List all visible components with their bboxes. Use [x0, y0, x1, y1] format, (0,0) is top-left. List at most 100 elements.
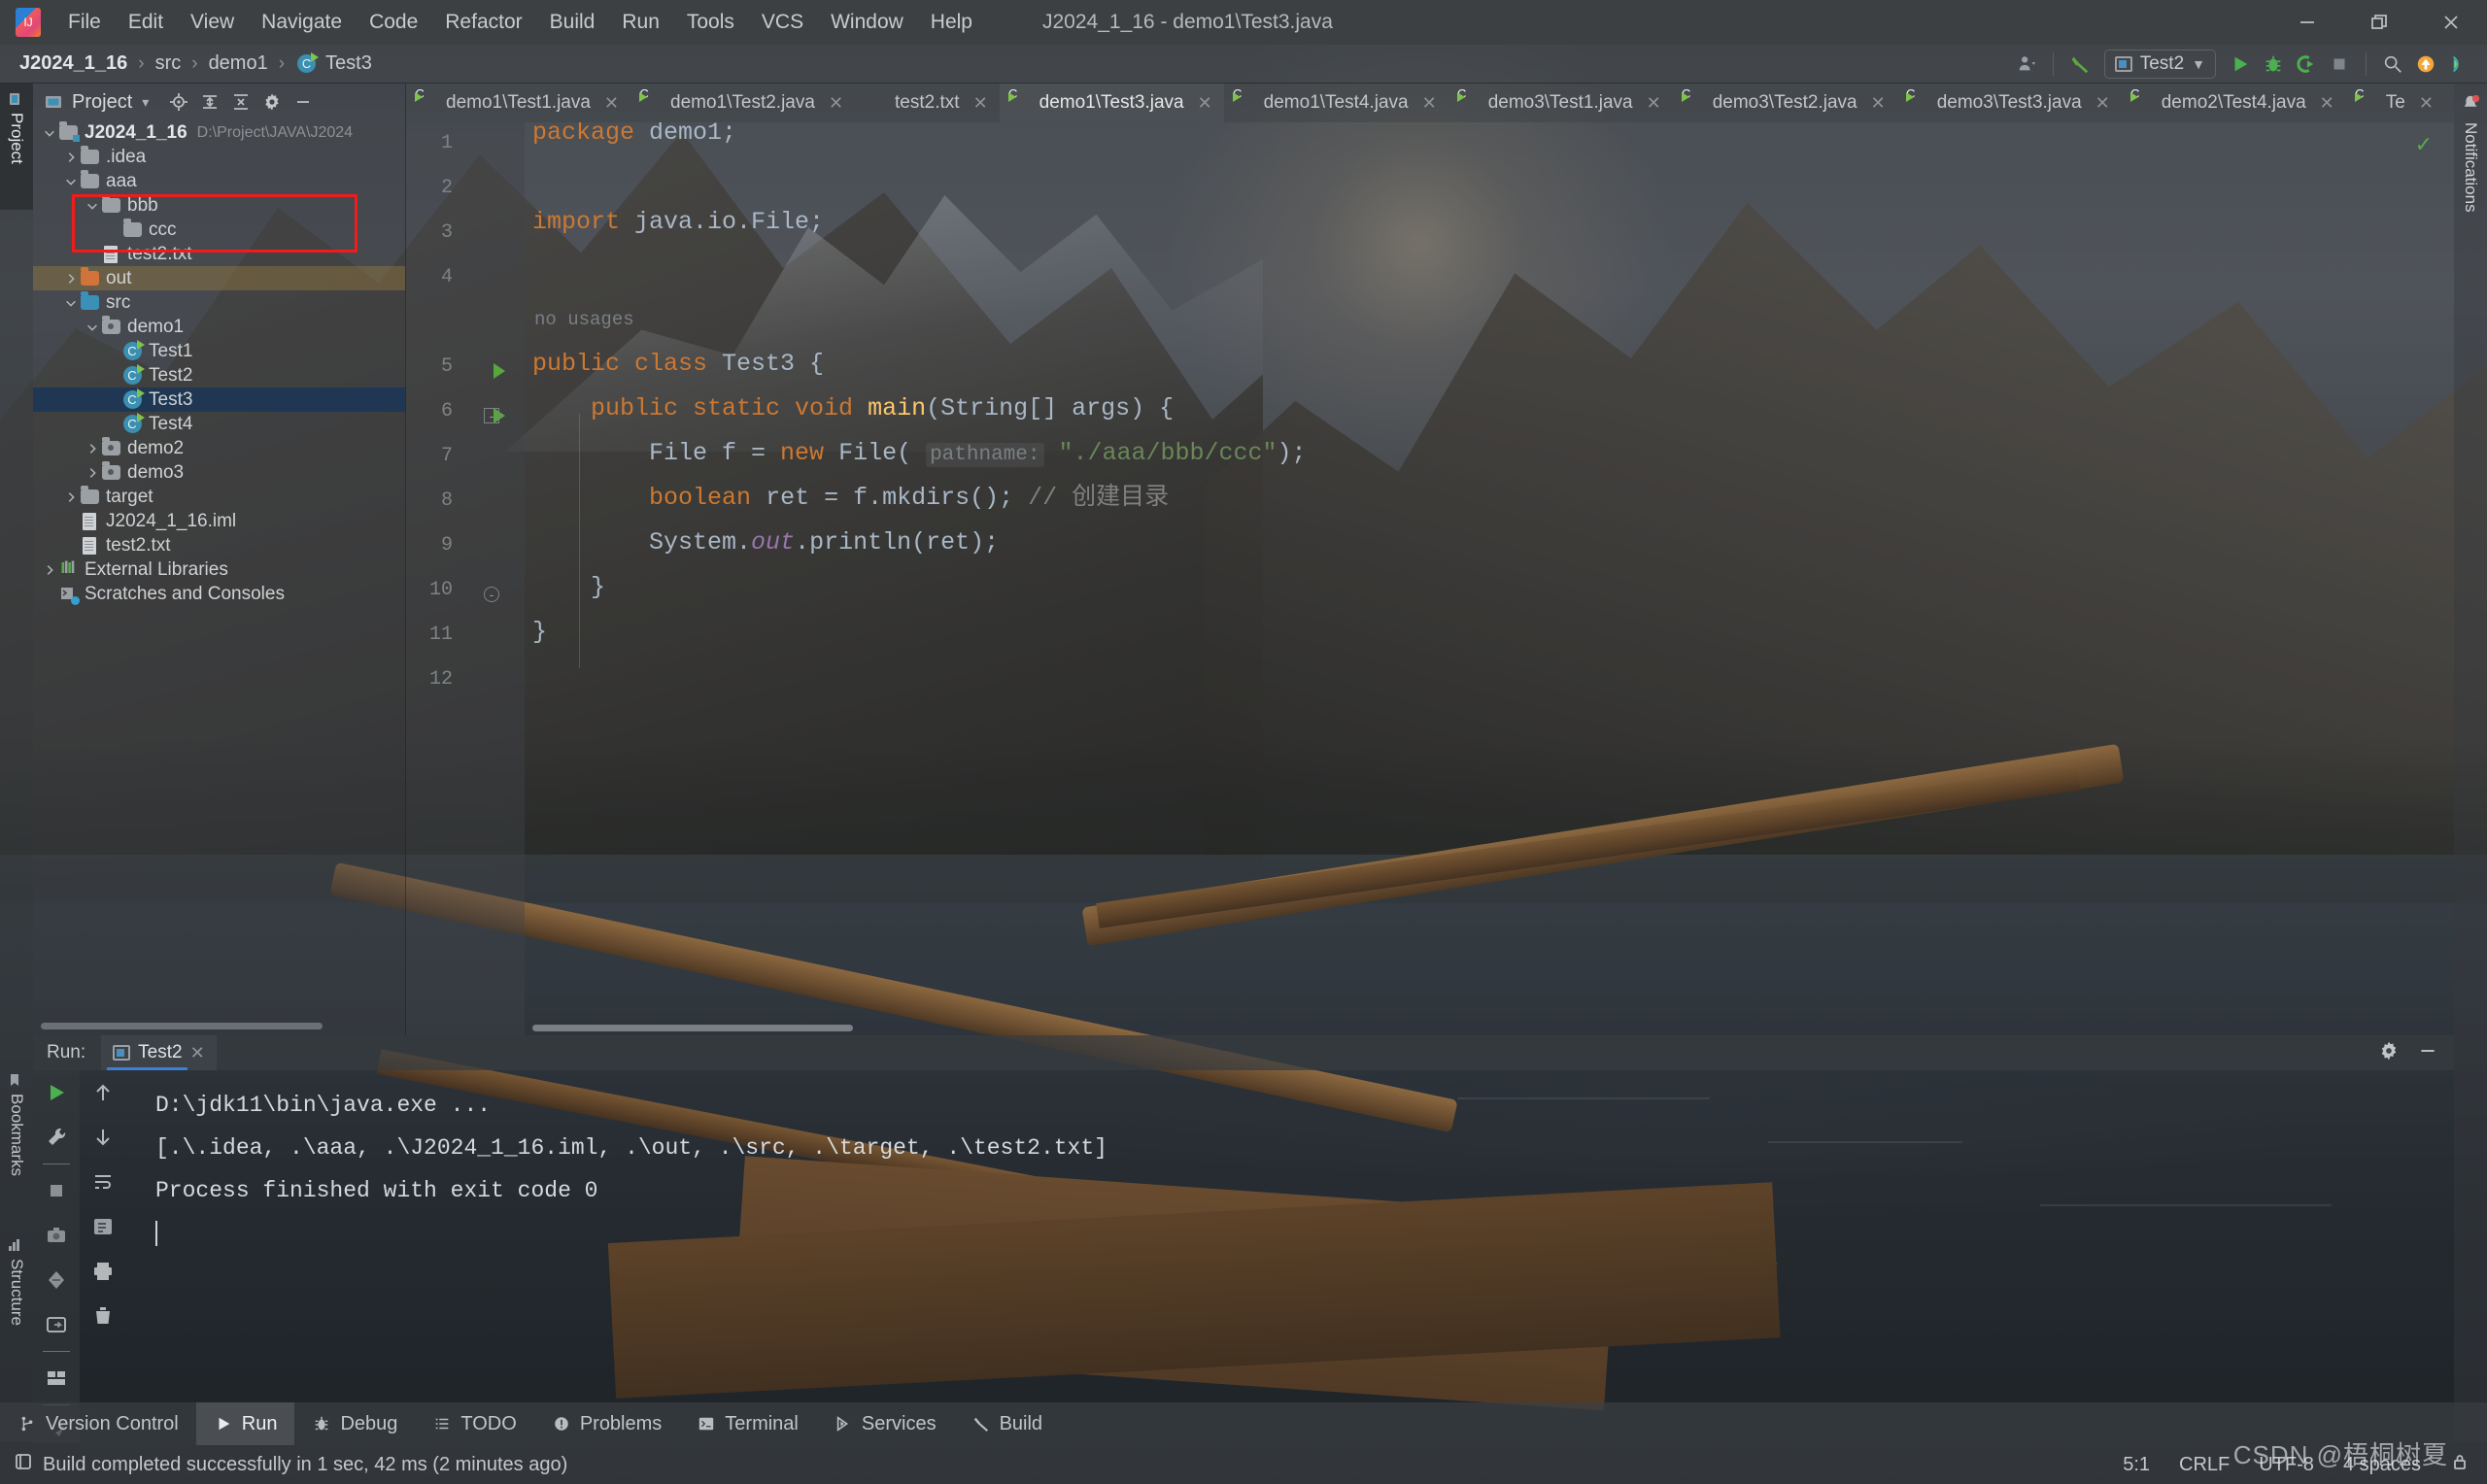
- status-message-area[interactable]: Build completed successfully in 1 sec, 4…: [14, 1452, 567, 1477]
- tree-item-test1[interactable]: Test1: [33, 339, 405, 363]
- user-icon[interactable]: [2010, 48, 2043, 81]
- run-tool-window[interactable]: Run: Test2 ✕ D:\jdk11\bin\java.exe ... […: [33, 1035, 2454, 1443]
- run-window-console-toolbar[interactable]: [80, 1070, 122, 1443]
- close-icon[interactable]: ✕: [2419, 93, 2434, 114]
- menu-refactor[interactable]: Refactor: [431, 7, 535, 38]
- menu-edit[interactable]: Edit: [115, 7, 177, 38]
- editor-horizontal-scrollbar[interactable]: [532, 1025, 853, 1031]
- editor-tab-test2-txt[interactable]: test2.txt ✕: [855, 84, 1000, 122]
- menu-vcs[interactable]: VCS: [748, 7, 817, 38]
- tree-item-demo3[interactable]: demo3: [33, 460, 405, 485]
- gear-icon[interactable]: [2378, 1040, 2400, 1066]
- tree-item-demo2[interactable]: demo2: [33, 436, 405, 460]
- ide-assistant-icon[interactable]: [2442, 48, 2475, 81]
- locate-icon[interactable]: [166, 89, 191, 115]
- tree-item-test4[interactable]: Test4: [33, 412, 405, 436]
- tree-item-scratches-and-consoles[interactable]: Scratches and Consoles: [33, 582, 405, 606]
- tree-expand-arrow[interactable]: [62, 149, 80, 166]
- project-horizontal-scrollbar[interactable]: [41, 1023, 323, 1029]
- tree-item-j2024-1-16-iml[interactable]: J2024_1_16.iml: [33, 509, 405, 533]
- run-window-side-toolbar[interactable]: [33, 1070, 80, 1443]
- window-controls[interactable]: [2271, 0, 2487, 45]
- run-icon[interactable]: [2224, 48, 2257, 81]
- editor-tab-demo3-test3-java[interactable]: demo3\Test3.java ✕: [1897, 84, 2122, 122]
- tool-tab-bookmarks[interactable]: Bookmarks: [0, 1064, 33, 1210]
- chevron-down-icon[interactable]: ▾: [142, 94, 149, 111]
- status-tool-tab-version-control[interactable]: Version Control: [0, 1402, 196, 1445]
- tool-tab-notifications[interactable]: Notifications: [2454, 84, 2487, 307]
- run-configuration-selector[interactable]: Test2 ▼: [2103, 50, 2216, 79]
- breadcrumb-src[interactable]: src: [153, 52, 184, 75]
- search-icon[interactable]: [2376, 48, 2409, 81]
- tree-expand-arrow[interactable]: [84, 464, 101, 482]
- tree-expand-arrow[interactable]: [84, 440, 101, 457]
- run-with-coverage-icon[interactable]: [2290, 48, 2323, 81]
- close-icon[interactable]: ✕: [1871, 93, 1886, 114]
- collapse-all-icon[interactable]: [228, 89, 254, 115]
- menu-build[interactable]: Build: [536, 7, 609, 38]
- tree-expand-arrow[interactable]: [84, 246, 101, 263]
- tree-expand-arrow[interactable]: [105, 221, 122, 239]
- code-editor[interactable]: 1 2 3 4 5 6 7 8 9 10 11 12 - - package d…: [406, 122, 2454, 1035]
- screenshot-icon[interactable]: [33, 1213, 80, 1258]
- status-tool-tab-services[interactable]: Services: [816, 1402, 954, 1445]
- breadcrumb-demo1[interactable]: demo1: [207, 52, 270, 75]
- restore-layout-icon[interactable]: [33, 1302, 80, 1347]
- tree-expand-arrow[interactable]: [62, 537, 80, 555]
- tree-item-test2[interactable]: Test2: [33, 363, 405, 388]
- debug-icon[interactable]: [2257, 48, 2290, 81]
- chevron-down-icon[interactable]: ▼: [2192, 56, 2205, 72]
- tree-item-test2-txt[interactable]: test2.txt: [33, 242, 405, 266]
- editor-gutter[interactable]: 1 2 3 4 5 6 7 8 9 10 11 12 - -: [406, 122, 525, 1035]
- tree-expand-arrow[interactable]: [105, 416, 122, 433]
- tree-item-out[interactable]: out: [33, 266, 405, 290]
- project-panel-header[interactable]: Project ▾: [33, 84, 405, 120]
- tool-tab-project[interactable]: Project: [0, 84, 33, 210]
- layout-icon[interactable]: [33, 1356, 80, 1400]
- close-icon[interactable]: ✕: [190, 1043, 205, 1063]
- close-icon[interactable]: ✕: [604, 93, 619, 114]
- project-tree[interactable]: J2024_1_16 D:\Project\JAVA\J2024 .idea aaa b…: [33, 120, 405, 1014]
- run-window-header-actions[interactable]: [2378, 1040, 2454, 1066]
- tree-expand-arrow[interactable]: [84, 319, 101, 336]
- run-console-output[interactable]: D:\jdk11\bin\java.exe ... [.\.idea, .\aa…: [126, 1070, 2454, 1443]
- tree-item-external-libraries[interactable]: External Libraries: [33, 557, 405, 582]
- status-tool-tab-build[interactable]: Build: [954, 1402, 1060, 1445]
- menu-view[interactable]: View: [177, 7, 248, 38]
- left-tool-strip[interactable]: Project Bookmarks Structure: [0, 84, 33, 1441]
- tree-item-test2-txt[interactable]: test2.txt: [33, 533, 405, 557]
- menu-window[interactable]: Window: [817, 7, 917, 38]
- tool-window-stripe[interactable]: Version Control Run Debug TODO Problems Termi…: [0, 1402, 2487, 1445]
- editor-tabs-overflow[interactable]: ⌄⋮: [2445, 84, 2454, 122]
- menu-code[interactable]: Code: [356, 7, 431, 38]
- tree-item-src[interactable]: src: [33, 290, 405, 315]
- fold-marker-icon[interactable]: -: [484, 587, 499, 602]
- main-toolbar[interactable]: Test2 ▼: [2010, 45, 2475, 84]
- scroll-down-icon[interactable]: [80, 1115, 126, 1160]
- print-icon[interactable]: [80, 1249, 126, 1294]
- right-tool-strip[interactable]: Notifications: [2454, 84, 2487, 1441]
- editor-tab-demo3-test2-java[interactable]: demo3\Test2.java ✕: [1673, 84, 1897, 122]
- tree-expand-arrow[interactable]: [105, 343, 122, 360]
- tree-item-bbb[interactable]: bbb: [33, 193, 405, 218]
- breadcrumb-test3[interactable]: Test3: [324, 52, 374, 75]
- stop-icon[interactable]: [2323, 48, 2356, 81]
- close-icon[interactable]: ✕: [1422, 93, 1437, 114]
- wrench-icon[interactable]: [33, 1115, 80, 1160]
- caret-position[interactable]: 5:1: [2123, 1454, 2150, 1476]
- menu-file[interactable]: File: [54, 7, 115, 38]
- tree-item-j2024-1-16[interactable]: J2024_1_16 D:\Project\JAVA\J2024: [33, 120, 405, 145]
- tool-tab-structure[interactable]: Structure: [0, 1230, 33, 1366]
- hide-panel-icon[interactable]: [290, 89, 316, 115]
- editor-tab-te[interactable]: Te ✕: [2346, 84, 2445, 122]
- editor-tab-demo1-test1-java[interactable]: demo1\Test1.java ✕: [406, 84, 630, 122]
- rerun-icon[interactable]: [33, 1070, 80, 1115]
- close-icon[interactable]: ✕: [973, 93, 988, 114]
- editor-tab-demo1-test2-java[interactable]: demo1\Test2.java ✕: [630, 84, 855, 122]
- update-project-icon[interactable]: [2409, 48, 2442, 81]
- code-text-area[interactable]: package demo1; import java.io.File; no u…: [532, 122, 2454, 1035]
- scroll-up-icon[interactable]: [80, 1070, 126, 1115]
- editor-tab-demo3-test1-java[interactable]: demo3\Test1.java ✕: [1448, 84, 1673, 122]
- tree-item-test3[interactable]: Test3: [33, 388, 405, 412]
- status-line[interactable]: Build completed successfully in 1 sec, 4…: [0, 1445, 2487, 1484]
